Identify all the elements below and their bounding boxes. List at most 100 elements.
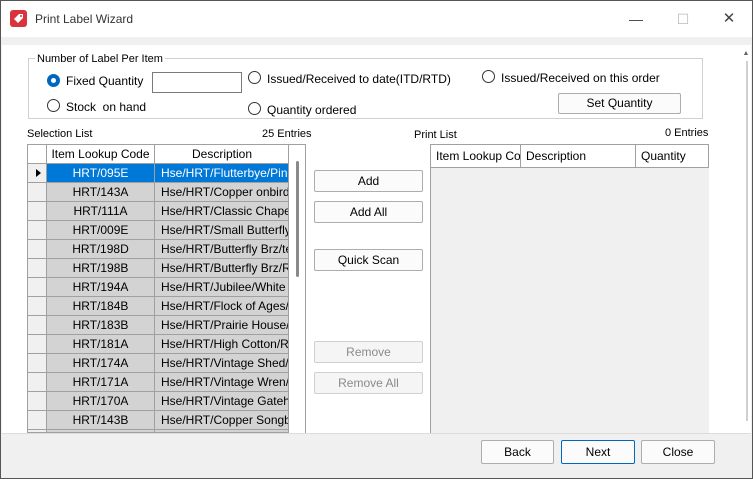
item-code-cell[interactable]: HRT/198D [47,240,155,259]
minimize-icon[interactable]: — [626,9,646,29]
maximize-icon[interactable]: ☐ [673,9,693,29]
item-code-cell[interactable]: HRT/194A [47,278,155,297]
table-row[interactable]: HRT/198D Hse/HRT/Butterfly Brz/te [28,240,288,259]
item-code-cell[interactable]: HRT/174A [47,354,155,373]
description-cell[interactable]: Hse/HRT/Copper Songbi [155,411,288,430]
column-header-item-lookup-code[interactable]: Item Lookup Code [47,145,155,164]
table-row[interactable]: HRT/111A Hse/HRT/Classic Chape [28,202,288,221]
print-list-entries: 0 Entries [665,127,709,139]
description-cell[interactable]: Hse/HRT/Vintage Wren/ [155,373,288,392]
item-code-cell[interactable]: HRT/143A [47,183,155,202]
footer-divider [2,433,751,434]
table-row[interactable]: HRT/143B Hse/HRT/Copper Songbi [28,411,288,430]
quick-scan-button[interactable]: Quick Scan [314,249,423,271]
table-row[interactable]: HRT/194A Hse/HRT/Jubilee/White [28,278,288,297]
description-cell[interactable]: Hse/HRT/Small Butterfly [155,221,288,240]
remove-all-button[interactable]: Remove All [314,372,423,394]
table-row[interactable]: HRT/184B Hse/HRT/Flock of Ages/ [28,297,288,316]
item-code-cell[interactable]: HRT/184B [47,297,155,316]
close-window-icon[interactable]: ✕ [719,9,739,29]
set-quantity-button[interactable]: Set Quantity [558,93,681,114]
fixed-quantity-radio[interactable] [47,74,60,87]
row-indicator [28,373,47,392]
remove-button[interactable]: Remove [314,341,423,363]
window-title: Print Label Wizard [35,12,134,26]
item-code-cell[interactable]: HRT/170A [47,392,155,411]
description-cell[interactable]: Hse/HRT/High Cotton/R [155,335,288,354]
column-header-quantity[interactable]: Quantity [636,145,709,168]
fixed-quantity-input[interactable] [152,72,242,93]
description-cell[interactable]: Hse/HRT/Jubilee/White [155,278,288,297]
item-code-cell[interactable]: HRT/171A [47,373,155,392]
row-indicator [28,354,47,373]
row-indicator [28,240,47,259]
selection-list-grid[interactable]: Item Lookup Code Description HRT/095E Hs… [27,144,289,433]
scroll-track[interactable] [746,61,748,421]
column-header-item-lookup-code[interactable]: Item Lookup Co [431,145,521,168]
print-list-label: Print List [414,129,457,141]
item-code-cell[interactable]: HRT/095E [47,164,155,183]
table-row[interactable]: HRT/181A Hse/HRT/High Cotton/R [28,335,288,354]
description-cell[interactable]: Hse/HRT/Butterfly Brz/R [155,259,288,278]
description-cell[interactable]: Hse/HRT/Prairie House/ [155,316,288,335]
row-indicator [28,411,47,430]
description-cell[interactable]: Hse/HRT/Copper onbird/ [155,183,288,202]
row-indicator [28,259,47,278]
column-header-description[interactable]: Description [155,145,288,164]
add-button[interactable]: Add [314,170,423,192]
window-scrollbar[interactable]: ▲ [742,49,750,429]
back-button[interactable]: Back [481,440,554,464]
issued-received-on-order-radio[interactable] [482,70,495,83]
scroll-up-icon[interactable]: ▲ [742,49,750,59]
table-row[interactable]: HRT/095E Hse/HRT/Flutterbye/Pini [28,164,288,183]
table-row[interactable]: HRT/183B Hse/HRT/Prairie House/ [28,316,288,335]
row-indicator [28,278,47,297]
item-code-cell[interactable]: HRT/143B [47,411,155,430]
description-cell[interactable]: Hse/HRT/Classic Chape [155,202,288,221]
row-indicator [28,392,47,411]
add-all-button[interactable]: Add All [314,201,423,223]
stock-on-hand-radio[interactable] [47,99,60,112]
description-cell[interactable]: Hse/HRT/Flock of Ages/ [155,297,288,316]
description-cell[interactable]: Hse/HRT/Flutterbye/Pini [155,164,288,183]
row-indicator [28,335,47,354]
fixed-quantity-label: Fixed Quantity [66,74,144,88]
grid-corner [28,145,47,164]
item-code-cell[interactable]: HRT/183B [47,316,155,335]
print-list-grid[interactable]: Item Lookup Co Description Quantity [430,144,709,433]
table-row[interactable]: HRT/171A Hse/HRT/Vintage Wren/ [28,373,288,392]
table-row[interactable]: HRT/174A Hse/HRT/Vintage Shed/ [28,354,288,373]
scrollbar-thumb[interactable] [296,161,299,277]
table-row[interactable]: HRT/170A Hse/HRT/Vintage Gateh [28,392,288,411]
issued-received-to-date-label: Issued/Received to date(ITD/RTD) [267,72,451,86]
description-cell[interactable]: Hse/HRT/Vintage Gateh [155,392,288,411]
row-indicator [28,164,47,183]
description-cell[interactable]: Hse/HRT/Butterfly Brz/te [155,240,288,259]
stock-on-hand-label: Stock on hand [66,100,147,114]
selection-list-entries: 25 Entries [262,128,312,140]
label-quantity-group-title: Number of Label Per Item [35,53,165,65]
quantity-ordered-label: Quantity ordered [267,103,357,117]
item-code-cell[interactable]: HRT/111A [47,202,155,221]
next-button[interactable]: Next [561,440,635,464]
close-button[interactable]: Close [641,440,715,464]
print-label-wizard-window: Print Label Wizard — ☐ ✕ ▲ Number of Lab… [0,0,753,479]
description-cell[interactable]: Hse/HRT/Vintage Shed/ [155,354,288,373]
row-indicator [28,183,47,202]
quantity-ordered-radio[interactable] [248,102,261,115]
row-indicator [28,221,47,240]
row-indicator [28,316,47,335]
table-row[interactable]: HRT/009E Hse/HRT/Small Butterfly [28,221,288,240]
selection-list-scrollbar[interactable] [289,144,306,433]
table-row[interactable]: HRT/198B Hse/HRT/Butterfly Brz/R [28,259,288,278]
table-row[interactable]: HRT/143A Hse/HRT/Copper onbird/ [28,183,288,202]
title-bar: Print Label Wizard — ☐ ✕ [1,1,752,37]
item-code-cell[interactable]: HRT/009E [47,221,155,240]
issued-received-on-order-label: Issued/Received on this order [501,71,660,85]
column-header-description[interactable]: Description [521,145,636,168]
item-code-cell[interactable]: HRT/181A [47,335,155,354]
row-indicator [28,297,47,316]
item-code-cell[interactable]: HRT/198B [47,259,155,278]
issued-received-to-date-radio[interactable] [248,71,261,84]
selection-list-label: Selection List [27,128,93,140]
